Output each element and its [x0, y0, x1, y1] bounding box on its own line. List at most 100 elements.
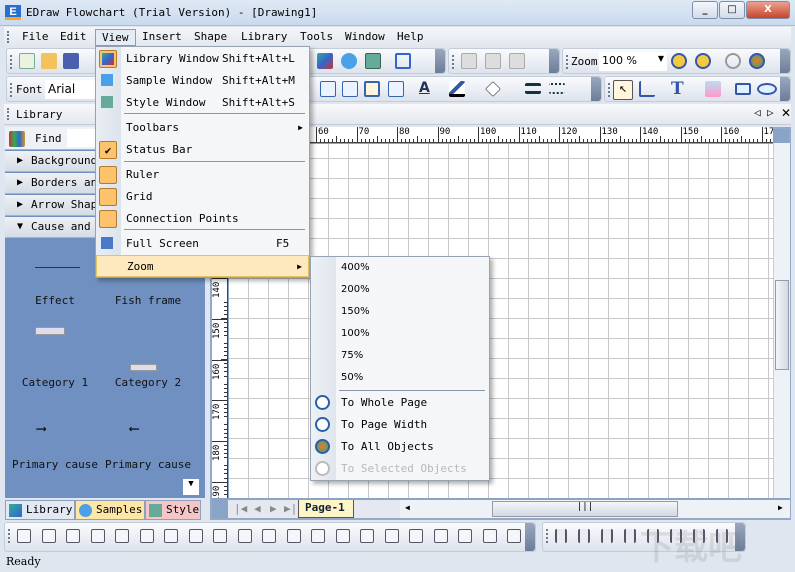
toolbar-options-button[interactable]	[435, 49, 445, 73]
align-right-icon[interactable]	[320, 81, 336, 97]
align-top-icon[interactable]	[342, 81, 358, 97]
align-right-icon[interactable]	[66, 529, 80, 543]
zoom-selection-icon[interactable]	[725, 53, 741, 69]
font-color-icon[interactable]: A	[419, 80, 430, 96]
primary-cause-shape[interactable]: ⟵	[130, 422, 138, 436]
image-tool-icon[interactable]	[705, 81, 721, 97]
send-back-icon[interactable]	[311, 529, 325, 543]
send-backward-icon[interactable]	[360, 529, 374, 543]
zoom-menu-item-to-page-width[interactable]: To Page Width	[311, 414, 489, 436]
zoom-level-200[interactable]: 200%	[311, 279, 489, 301]
ellipse-tool-icon[interactable]	[757, 83, 777, 95]
close-button[interactable]: X	[746, 1, 790, 19]
view-menu-item-style-window[interactable]: Style Window Shift+Alt+S	[96, 92, 309, 114]
first-page-icon[interactable]: |◀	[234, 502, 247, 515]
tab-style[interactable]: Style	[145, 500, 201, 520]
minimize-button[interactable]: _	[692, 1, 718, 19]
bring-front-icon[interactable]	[286, 529, 301, 543]
chart-export-icon[interactable]	[485, 53, 501, 69]
rotate-left-icon[interactable]	[384, 529, 399, 543]
flip-horizontal-icon[interactable]	[458, 529, 472, 543]
scroll-thumb[interactable]: |||	[492, 501, 678, 517]
zoom-select[interactable]: 100 % ▼	[599, 52, 667, 71]
distribute-icon[interactable]	[624, 529, 636, 543]
library-icon[interactable]	[317, 53, 333, 69]
zoom-level-100[interactable]: 100%	[311, 323, 489, 345]
menu-tools[interactable]: Tools	[294, 29, 339, 46]
zoom-out-icon[interactable]	[695, 53, 711, 69]
view-menu-item-status-bar[interactable]: ✔ Status Bar	[96, 139, 309, 161]
zoom-all-icon[interactable]	[749, 53, 765, 69]
line-style-icon[interactable]	[549, 83, 565, 94]
maximize-button[interactable]: □	[719, 1, 745, 19]
scroll-left-icon[interactable]: ◀	[405, 503, 410, 512]
align-center-icon[interactable]	[41, 529, 56, 543]
align-middle-icon[interactable]	[115, 529, 129, 543]
align-bottom-icon[interactable]	[388, 81, 404, 97]
menu-insert[interactable]: Insert	[136, 29, 188, 46]
new-icon[interactable]	[19, 53, 35, 69]
close-panel-icon[interactable]: ✕	[781, 106, 791, 120]
pointer-tool-icon[interactable]: ↖	[613, 80, 633, 100]
ungroup-icon[interactable]	[507, 529, 521, 543]
excel-export-icon[interactable]	[461, 53, 477, 69]
rectangle-tool-icon[interactable]	[735, 83, 751, 95]
menu-edit[interactable]: Edit	[54, 29, 93, 46]
distribute-icon[interactable]	[555, 529, 567, 543]
view-menu-item-library-window[interactable]: Library Window Shift+Alt+L	[96, 48, 309, 70]
same-width-icon[interactable]	[213, 529, 227, 543]
toolbar-options-button[interactable]	[549, 49, 559, 73]
align-bottom-icon[interactable]	[139, 529, 154, 543]
fill-color-icon[interactable]	[485, 81, 501, 97]
zoom-level-150[interactable]: 150%	[311, 301, 489, 323]
category1-shape[interactable]	[35, 327, 65, 335]
view-menu-item-full-screen[interactable]: Full Screen F5	[96, 233, 309, 255]
zoom-menu-item-to-whole-page[interactable]: To Whole Page	[311, 392, 489, 414]
zoom-level-400[interactable]: 400%	[311, 257, 489, 279]
vertical-scrollbar[interactable]	[773, 143, 790, 498]
menu-shape[interactable]: Shape	[188, 29, 233, 46]
view-menu-item-ruler[interactable]: Ruler	[96, 164, 309, 186]
align-center-icon[interactable]	[364, 81, 380, 97]
distribute-icon[interactable]	[601, 529, 613, 543]
scroll-right-icon[interactable]: ▶	[778, 503, 783, 512]
align-top-icon[interactable]	[90, 529, 105, 543]
primary-cause-shape[interactable]: ⟶	[37, 422, 45, 436]
same-height-icon[interactable]	[237, 529, 252, 543]
prev-page-icon[interactable]: ◀	[254, 502, 261, 515]
same-size-icon[interactable]	[262, 529, 276, 543]
word-export-icon[interactable]	[509, 53, 525, 69]
open-icon[interactable]	[41, 53, 57, 69]
next-page-icon[interactable]: ▶	[270, 502, 277, 515]
zoom-menu-item-to-all-objects[interactable]: To All Objects	[311, 436, 489, 458]
menu-view[interactable]: View	[95, 29, 136, 46]
group-icon[interactable]	[482, 529, 497, 543]
zoom-level-75[interactable]: 75%	[311, 345, 489, 367]
view-menu-item-toolbars[interactable]: Toolbars ▶	[96, 117, 309, 139]
scroll-thumb[interactable]	[775, 280, 789, 370]
style-icon[interactable]	[365, 53, 381, 69]
text-tool-icon[interactable]: T	[671, 79, 684, 99]
view-menu-item-grid[interactable]: Grid	[96, 186, 309, 208]
scroll-right-icon[interactable]: ▷	[767, 106, 774, 119]
rotate-right-icon[interactable]	[409, 529, 423, 543]
bring-forward-icon[interactable]	[335, 529, 350, 543]
scroll-left-icon[interactable]: ◁	[754, 106, 761, 119]
save-icon[interactable]	[63, 53, 79, 69]
line-weight-icon[interactable]	[525, 83, 541, 94]
zoom-in-icon[interactable]	[671, 53, 687, 69]
samples-icon[interactable]	[341, 53, 357, 69]
tab-library[interactable]: Library	[5, 500, 75, 520]
page-tab[interactable]: Page-1	[298, 500, 354, 518]
zoom-level-50[interactable]: 50%	[311, 367, 489, 389]
flip-vertical-icon[interactable]	[433, 529, 448, 543]
view-menu-item-zoom[interactable]: Zoom ▶	[96, 255, 309, 277]
menu-library[interactable]: Library	[235, 29, 293, 46]
toolbar-options-button[interactable]	[780, 49, 790, 73]
menu-window[interactable]: Window	[339, 29, 391, 46]
center-horizontal-icon[interactable]	[164, 529, 178, 543]
connector-tool-icon[interactable]	[639, 81, 655, 97]
category2-shape[interactable]	[130, 364, 157, 371]
tab-samples[interactable]: Samples	[75, 500, 145, 520]
view-menu-item-connection-points[interactable]: Connection Points	[96, 208, 309, 230]
